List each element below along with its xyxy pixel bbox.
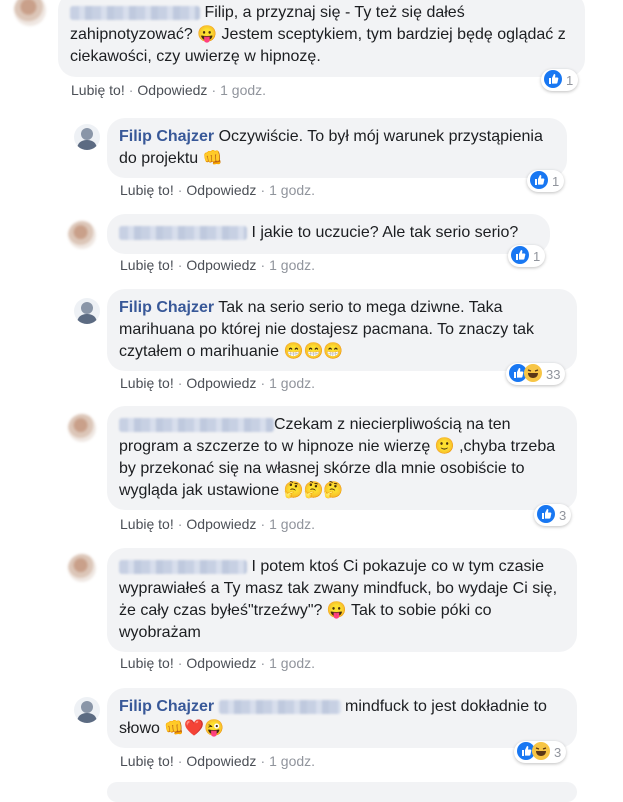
- avatar[interactable]: [68, 414, 96, 442]
- reaction-summary[interactable]: 3: [534, 504, 572, 526]
- blurred-author-name[interactable]: [119, 417, 274, 432]
- like-link[interactable]: Lubię to!: [120, 516, 174, 532]
- reply-link[interactable]: Odpowiedz: [137, 82, 207, 98]
- timestamp[interactable]: 1 godz.: [269, 516, 315, 532]
- comment-actions: Lubię to! · Odpowiedz · 1 godz.: [120, 753, 316, 769]
- reaction-count: 1: [566, 72, 574, 88]
- reaction-count: 3: [559, 507, 567, 523]
- reaction-summary[interactable]: 1: [508, 245, 546, 267]
- comment-actions: Lubię to! · Odpowiedz · 1 godz.: [120, 655, 316, 671]
- blurred-author-name[interactable]: [119, 225, 247, 240]
- timestamp[interactable]: 1 godz.: [269, 182, 315, 198]
- comment-bubble: Czekam z niecierpliwością na ten program…: [107, 406, 577, 510]
- comment-bubble: Filip Chajzer mindfuck to jest dokładnie…: [107, 688, 577, 748]
- avatar[interactable]: [68, 554, 96, 582]
- like-link[interactable]: Lubię to!: [120, 375, 174, 391]
- like-link[interactable]: Lubię to!: [71, 82, 125, 98]
- comment-actions: Lubię to! · Odpowiedz · 1 godz.: [120, 257, 316, 273]
- avatar[interactable]: [68, 221, 96, 249]
- reply-link[interactable]: Odpowiedz: [186, 257, 256, 273]
- reaction-count: 1: [533, 248, 541, 264]
- reply-link[interactable]: Odpowiedz: [186, 655, 256, 671]
- comment-bubble: I jakie to uczucie? Ale tak serio serio?: [107, 214, 550, 254]
- reply-link[interactable]: Odpowiedz: [186, 375, 256, 391]
- comment-bubble: Filip, a przyznaj się - Ty też się dałeś…: [58, 0, 585, 77]
- author-name[interactable]: Filip Chajzer: [119, 128, 214, 145]
- timestamp[interactable]: 1 godz.: [269, 655, 315, 671]
- blurred-author-name[interactable]: [119, 559, 247, 574]
- reaction-count: 1: [552, 173, 560, 189]
- comment-bubble: Filip Chajzer Tak na serio serio to mega…: [107, 289, 577, 371]
- comment-actions: Lubię to! · Odpowiedz · 1 godz.: [120, 516, 316, 532]
- blurred-author-name[interactable]: [70, 5, 200, 20]
- comment-text: I jakie to uczucie? Ale tak serio serio?: [251, 224, 519, 241]
- reply-link[interactable]: Odpowiedz: [186, 516, 256, 532]
- reaction-summary[interactable]: 1: [527, 170, 565, 192]
- timestamp[interactable]: 1 godz.: [269, 375, 315, 391]
- comment-actions: Lubię to! · Odpowiedz · 1 godz.: [120, 182, 316, 198]
- timestamp[interactable]: 1 godz.: [269, 753, 315, 769]
- like-icon: [530, 170, 548, 192]
- laugh-icon: [532, 741, 550, 763]
- comment-bubble: Filip Chajzer Oczywiście. To był mój war…: [107, 118, 567, 178]
- reply-link[interactable]: Odpowiedz: [186, 182, 256, 198]
- blurred-tagged-name[interactable]: [218, 699, 341, 714]
- reply-link[interactable]: Odpowiedz: [186, 753, 256, 769]
- like-link[interactable]: Lubię to!: [120, 182, 174, 198]
- avatar[interactable]: [74, 124, 100, 150]
- author-name[interactable]: Filip Chajzer: [119, 299, 214, 316]
- comment-actions: Lubię to! · Odpowiedz · 1 godz.: [120, 375, 316, 391]
- like-link[interactable]: Lubię to!: [120, 753, 174, 769]
- timestamp[interactable]: 1 godz.: [269, 257, 315, 273]
- like-icon: [511, 245, 529, 267]
- comment-actions: Lubię to! · Odpowiedz · 1 godz.: [71, 82, 267, 98]
- timestamp[interactable]: 1 godz.: [220, 82, 266, 98]
- like-icon: [544, 69, 562, 91]
- like-link[interactable]: Lubię to!: [120, 257, 174, 273]
- avatar[interactable]: [14, 0, 46, 26]
- comment-bubble: I potem ktoś Ci pokazuje co w tym czasie…: [107, 548, 577, 652]
- reaction-summary[interactable]: 3: [514, 741, 567, 763]
- laugh-icon: [524, 363, 542, 385]
- next-comment-bubble: [107, 782, 577, 802]
- reaction-summary[interactable]: 1: [541, 69, 579, 91]
- avatar[interactable]: [74, 697, 100, 723]
- like-icon: [537, 504, 555, 526]
- reaction-count: 3: [554, 744, 562, 760]
- reaction-count: 33: [546, 366, 561, 382]
- reaction-summary[interactable]: 33: [506, 363, 566, 385]
- like-link[interactable]: Lubię to!: [120, 655, 174, 671]
- author-name[interactable]: Filip Chajzer: [119, 698, 214, 715]
- avatar[interactable]: [74, 298, 100, 324]
